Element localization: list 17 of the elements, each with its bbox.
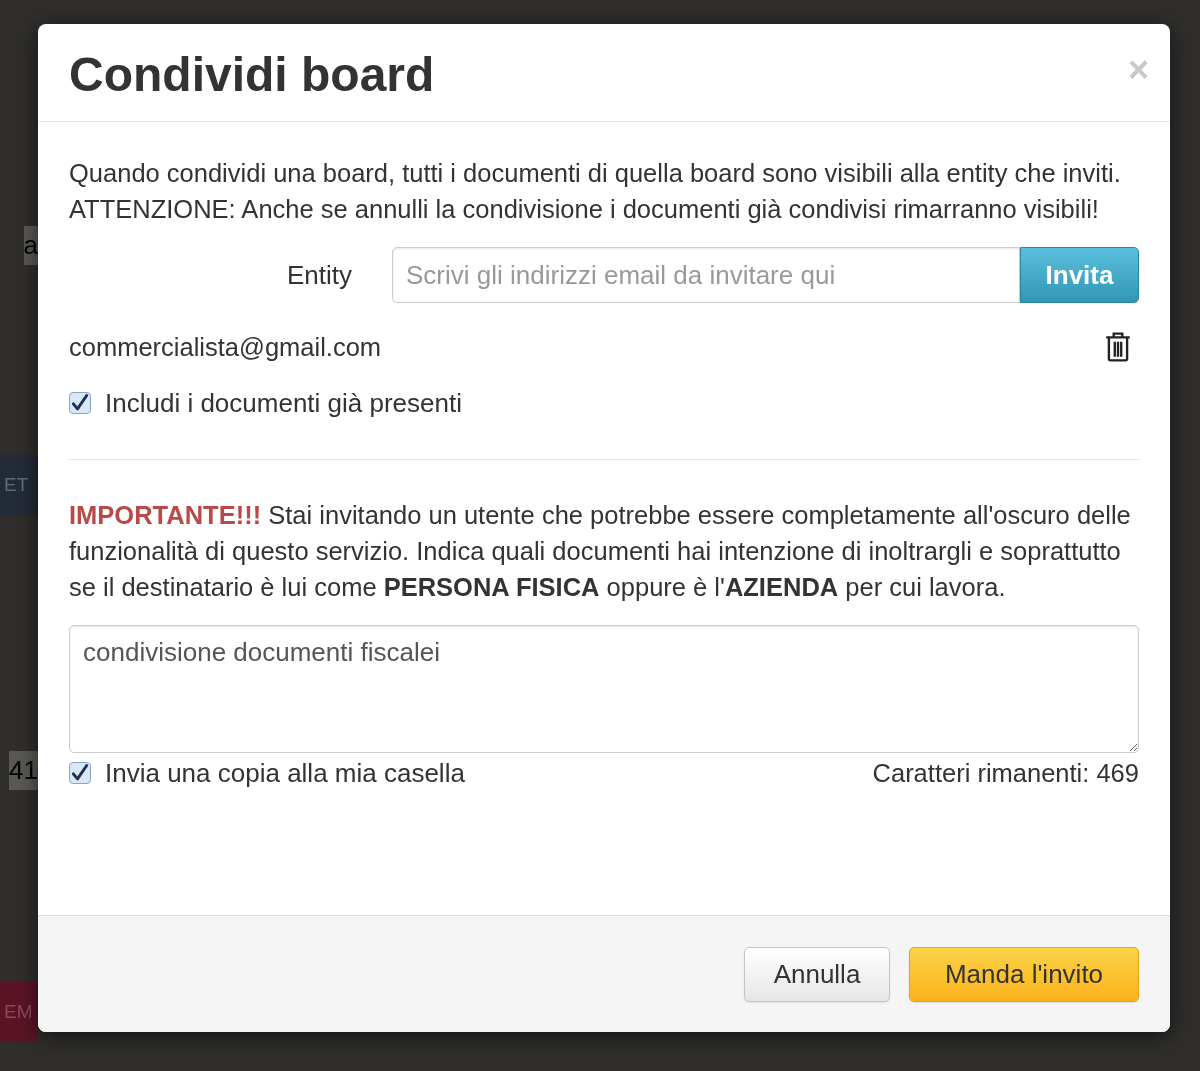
message-field[interactable]: condivisione documenti fiscalei bbox=[69, 625, 1139, 753]
checkbox[interactable] bbox=[69, 392, 91, 414]
cancel-button[interactable]: Annulla bbox=[744, 946, 890, 1002]
background-text: 41 bbox=[9, 750, 38, 790]
invitee-email: commercialista@gmail.com bbox=[69, 332, 382, 363]
entity-label: Entity bbox=[285, 259, 353, 292]
trash-icon[interactable] bbox=[1105, 332, 1131, 362]
background-text: a bbox=[23, 225, 38, 265]
send-copy-label: Invia una copia alla mia casella bbox=[105, 757, 465, 790]
send-invite-button[interactable]: Manda l'invito bbox=[909, 946, 1139, 1002]
checkbox[interactable] bbox=[69, 762, 91, 784]
intro-text: Quando condividi una board, tutti i documenti di quella board sono visibili alla entity che inviti. ATTENZIONE: Anche se annulli la condivisione i documenti già condivisi rimarranno visibili! bbox=[69, 158, 1122, 225]
warning-text: IMPORTANTE!!! Stai invitando un utente che potrebbe essere completamente all'oscuro delle funzionalità di questo servizio. Indica quali documenti hai intenzione di inoltrargli e soprattutto se il destinatario è lui come PERSONA FISICA oppure è l'AZIENDA per cui lavora. bbox=[69, 500, 1132, 603]
dialog-title: Condividi board bbox=[69, 46, 435, 103]
include-documents-label: Includi i documenti già presenti bbox=[105, 387, 462, 420]
email-field[interactable]: Scrivi gli indirizzi email da invitare qui bbox=[392, 247, 1020, 303]
remaining-characters: Caratteri rimanenti: 469 bbox=[872, 758, 1139, 789]
